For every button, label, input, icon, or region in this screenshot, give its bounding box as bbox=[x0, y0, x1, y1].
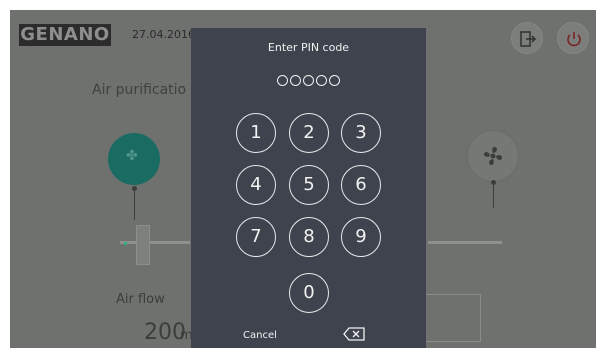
connector-dot bbox=[491, 180, 496, 185]
pin-digit-dot bbox=[316, 75, 327, 86]
secondary-value-box bbox=[425, 294, 481, 342]
key-6[interactable]: 6 bbox=[341, 165, 381, 205]
fan-mode-active[interactable]: ✤ bbox=[108, 133, 160, 185]
cancel-button[interactable]: Cancel bbox=[243, 330, 277, 341]
key-4[interactable]: 4 bbox=[236, 165, 276, 205]
key-3[interactable]: 3 bbox=[341, 113, 381, 153]
air-flow-slider-handle[interactable] bbox=[136, 225, 150, 265]
fan-connector-left bbox=[134, 188, 135, 220]
slider-indicator bbox=[124, 242, 127, 245]
logout-icon bbox=[520, 31, 537, 47]
air-flow-label: Air flow bbox=[116, 292, 165, 307]
pin-digit-dot bbox=[329, 75, 340, 86]
key-8[interactable]: 8 bbox=[289, 217, 329, 257]
key-2[interactable]: 2 bbox=[289, 113, 329, 153]
date-display: 27.04.2016 bbox=[132, 28, 195, 41]
power-button[interactable] bbox=[557, 22, 589, 54]
slider-track-left bbox=[120, 241, 190, 244]
connector-dot bbox=[132, 186, 137, 191]
backspace-icon bbox=[343, 327, 365, 341]
key-5[interactable]: 5 bbox=[289, 165, 329, 205]
power-icon bbox=[567, 32, 581, 47]
fan-connector-right bbox=[493, 182, 494, 208]
pin-digit-dot bbox=[290, 75, 301, 86]
fan-icon: ✤ bbox=[126, 148, 138, 164]
fan-icon bbox=[483, 146, 503, 166]
genano-logo: GENANO bbox=[19, 24, 111, 46]
pin-dialog: Enter PIN code 1 2 3 4 5 6 7 8 9 0 Cance… bbox=[191, 28, 426, 348]
logout-button[interactable] bbox=[511, 22, 543, 54]
pin-digit-dot bbox=[303, 75, 314, 86]
slider-track-right bbox=[428, 241, 502, 244]
pin-dialog-title: Enter PIN code bbox=[267, 41, 350, 54]
app-screen: GENANO 27.04.2016 Air purificatio ✤ Air … bbox=[10, 10, 596, 348]
pin-digit-dot bbox=[277, 75, 288, 86]
key-7[interactable]: 7 bbox=[236, 217, 276, 257]
key-0[interactable]: 0 bbox=[289, 273, 329, 313]
air-purification-title: Air purificatio bbox=[92, 82, 187, 98]
key-9[interactable]: 9 bbox=[341, 217, 381, 257]
fan-mode-inactive[interactable] bbox=[467, 130, 519, 182]
pin-indicator bbox=[191, 75, 426, 86]
backspace-button[interactable] bbox=[343, 326, 365, 345]
key-1[interactable]: 1 bbox=[236, 113, 276, 153]
